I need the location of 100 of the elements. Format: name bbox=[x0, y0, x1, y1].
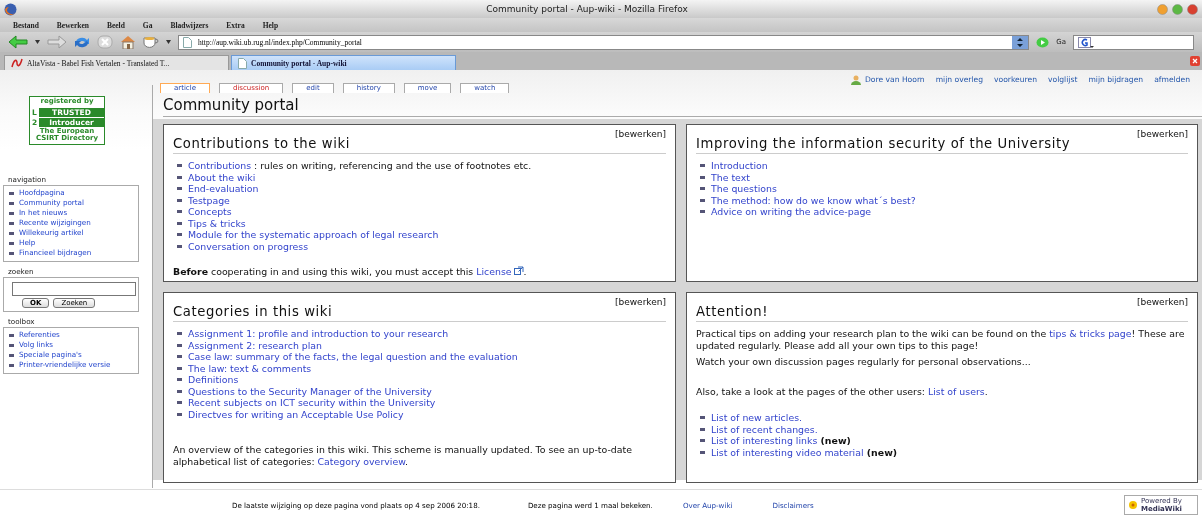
page-icon bbox=[238, 57, 247, 69]
maximize-icon[interactable] bbox=[1172, 3, 1183, 15]
list-item-text: List of interesting links (new) bbox=[711, 435, 851, 447]
dropdown-caret-icon[interactable] bbox=[166, 40, 171, 44]
bullet-icon bbox=[9, 251, 14, 255]
bullet-icon bbox=[700, 210, 705, 214]
bullet-icon bbox=[700, 175, 705, 179]
link[interactable]: List of recent changes. bbox=[711, 423, 818, 436]
link[interactable]: tips & tricks page bbox=[1049, 328, 1132, 340]
edit-link[interactable]: [bewerken] bbox=[1137, 297, 1188, 307]
close-icon[interactable] bbox=[1187, 3, 1198, 15]
link[interactable]: Introduction bbox=[711, 160, 768, 172]
bullet-icon bbox=[177, 244, 182, 248]
paragraph: Practical tips on adding your research plan to the wiki can be found on the tips & tricks page! These are updated regularly. Please add all your own tips to this page! bbox=[696, 328, 1186, 353]
bullet-icon bbox=[700, 450, 705, 454]
bullet-icon bbox=[177, 221, 182, 225]
firefox-logo-icon bbox=[4, 2, 17, 16]
link[interactable]: Tips & tricks bbox=[188, 217, 246, 230]
link[interactable]: Assignment 2: research plan bbox=[188, 339, 323, 352]
bullet-icon bbox=[9, 241, 14, 245]
reload-icon[interactable] bbox=[74, 35, 90, 49]
teacup-icon[interactable] bbox=[143, 35, 159, 49]
link[interactable]: The questions bbox=[711, 183, 777, 195]
bullet-icon bbox=[700, 187, 705, 191]
link[interactable]: Assignment 1: profile and introduction to your research bbox=[188, 328, 449, 340]
bullet-icon bbox=[177, 378, 182, 382]
forward-arrow-icon[interactable] bbox=[47, 35, 67, 49]
link[interactable]: Questions to the Security Manager of the University bbox=[188, 385, 432, 398]
paragraph: Watch your own discussion pages regularly for personal observations... bbox=[696, 356, 1032, 369]
link[interactable]: The law: text & comments bbox=[188, 362, 312, 375]
bullet-icon bbox=[177, 355, 182, 359]
babelfish-logo-icon bbox=[11, 58, 23, 68]
bullet-icon bbox=[9, 363, 14, 367]
search-field[interactable] bbox=[12, 281, 136, 296]
go-icon[interactable] bbox=[1036, 36, 1050, 48]
bullet-icon bbox=[9, 333, 14, 337]
bullet-icon bbox=[700, 439, 705, 443]
link[interactable]: List of new articles. bbox=[711, 412, 802, 424]
bullet-icon bbox=[177, 332, 182, 336]
link[interactable]: Category overview bbox=[317, 456, 405, 468]
edit-link[interactable]: [bewerken] bbox=[1137, 129, 1188, 139]
bullet-icon bbox=[700, 427, 705, 431]
dropdown-icon[interactable] bbox=[1012, 35, 1029, 49]
bullet-icon bbox=[177, 401, 182, 405]
bullet-icon bbox=[9, 201, 14, 205]
home-icon[interactable] bbox=[120, 35, 136, 49]
link[interactable]: Definitions bbox=[188, 374, 239, 386]
stop-icon[interactable] bbox=[97, 35, 113, 49]
flower-icon bbox=[1127, 500, 1139, 510]
bullet-icon bbox=[177, 198, 182, 202]
link[interactable]: List of users bbox=[927, 386, 985, 398]
link[interactable]: Advice on writing the advice-page bbox=[711, 206, 872, 218]
link[interactable]: End-evaluation bbox=[188, 183, 259, 195]
bullet-icon bbox=[177, 164, 182, 168]
bullet-icon bbox=[9, 211, 14, 215]
edit-link[interactable]: [bewerken] bbox=[615, 297, 666, 307]
link[interactable]: Module for the systematic approach of legal research bbox=[188, 229, 439, 241]
back-arrow-icon[interactable] bbox=[8, 35, 28, 49]
link[interactable]: Case law: summary of the facts, the legal question and the evaluation bbox=[188, 351, 518, 363]
page-icon bbox=[183, 36, 192, 48]
bullet-icon bbox=[700, 164, 705, 168]
paragraph: Before cooperating in and using this wiki, you must accept this License . bbox=[173, 266, 528, 279]
link[interactable]: The method: how do we know what´s best? bbox=[711, 194, 916, 207]
bullet-icon bbox=[177, 210, 182, 214]
bullet-icon bbox=[177, 233, 182, 237]
bullet-icon bbox=[177, 343, 182, 347]
link[interactable]: License bbox=[476, 266, 512, 278]
paragraph: Also, take a look at the pages of the other users: List of users. bbox=[696, 386, 989, 399]
link[interactable]: Concepts bbox=[188, 206, 232, 218]
link[interactable]: Directves for writing an Acceptable Use Policy bbox=[188, 408, 404, 421]
bullet-icon bbox=[9, 191, 14, 195]
bullet-icon bbox=[177, 389, 182, 393]
window-title: Community portal - Aup-wiki - Mozilla Firefox bbox=[485, 4, 689, 14]
close-tab-icon[interactable] bbox=[1190, 56, 1200, 66]
bullet-icon bbox=[9, 231, 14, 235]
bullet-icon bbox=[9, 353, 14, 357]
link[interactable]: About the wiki bbox=[188, 171, 256, 184]
dropdown-caret-icon[interactable] bbox=[35, 40, 40, 44]
link[interactable]: The text bbox=[711, 171, 750, 184]
link[interactable]: Testpage bbox=[188, 194, 230, 207]
bullet-icon bbox=[177, 175, 182, 179]
link[interactable]: List of interesting links bbox=[711, 435, 818, 447]
link[interactable]: Contributions bbox=[188, 160, 252, 172]
bullet-icon bbox=[177, 187, 182, 191]
link[interactable]: List of interesting video material bbox=[711, 446, 864, 458]
search-engine-icon[interactable] bbox=[1078, 36, 1094, 48]
bullet-icon bbox=[700, 416, 705, 420]
list-item-text: List of interesting video material (new) bbox=[711, 446, 898, 459]
link[interactable]: Recent subjects on ICT security within the University bbox=[188, 397, 436, 409]
paragraph: An overview of the categories in this wiki. This scheme is manually updated. To see an up-to-date alphabetical list of categories: Category overview. bbox=[173, 444, 633, 469]
bullet-icon bbox=[9, 221, 14, 225]
bullet-icon bbox=[9, 343, 14, 347]
edit-link[interactable]: [bewerken] bbox=[615, 129, 666, 139]
link[interactable]: Conversation on progress bbox=[188, 240, 309, 253]
minimize-icon[interactable] bbox=[1157, 3, 1168, 15]
bullet-icon bbox=[177, 412, 182, 416]
list-item-text: Contributions : rules on writing, referencing and the use of footnotes etc. bbox=[188, 160, 532, 172]
page-title: Community portal bbox=[163, 95, 1202, 117]
bullet-icon bbox=[700, 198, 705, 202]
search-field[interactable] bbox=[1073, 34, 1194, 50]
